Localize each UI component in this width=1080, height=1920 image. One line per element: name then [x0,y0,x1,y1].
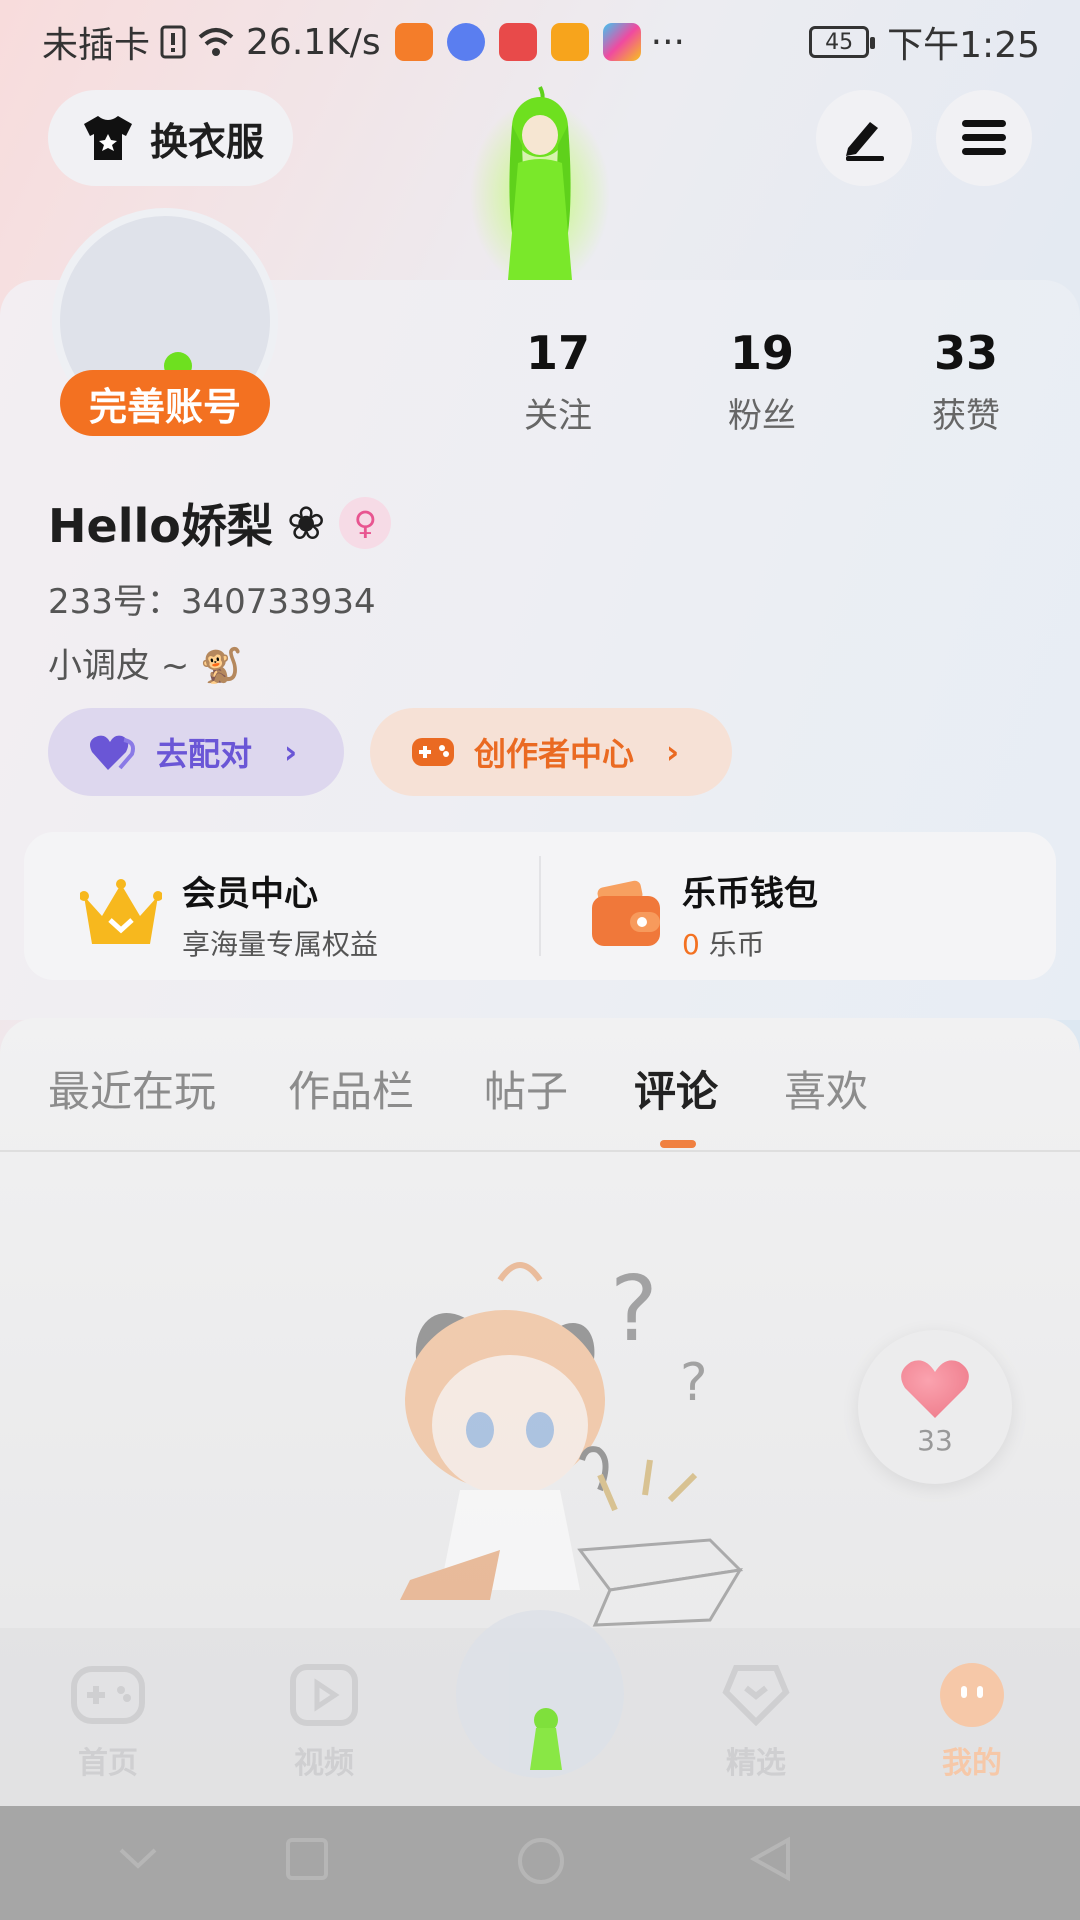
mini-character-icon [530,1708,562,1770]
following-label: 关注 [524,396,592,436]
heart-badge-icon [722,1665,790,1726]
flower-symbol: ❀ [286,496,326,550]
status-right: 45 下午1:25 [809,16,1040,68]
wallet-title: 乐币钱包 [682,874,818,914]
battery-level: 45 [825,29,854,55]
gender-symbol: ♀ [353,504,378,542]
username-row: Hello娇梨 ❀ ♀ [48,490,392,556]
svg-text:?: ? [680,1353,708,1413]
more-notifications: ··· [650,21,686,63]
nav-home[interactable]: 首页 [38,1660,178,1782]
following-count: 17 [525,326,590,380]
creator-center-button[interactable]: 创作者中心 › [370,708,732,796]
wallet-balance: 0 乐币 [682,923,818,963]
edit-profile-button[interactable] [816,90,912,186]
like-float-count: 33 [917,1423,953,1457]
active-tab-indicator [660,1140,696,1148]
creator-center-label: 创作者中心 [474,735,635,773]
user-bio[interactable]: 小调皮 ~ 🐒 [48,638,242,687]
tab-likes[interactable]: 喜欢 [784,1058,868,1119]
clock: 下午1:25 [887,25,1040,66]
heart-icon [901,1359,969,1418]
empty-state-illustration: ? ? [400,1257,744,1627]
battery-icon: 45 [809,26,876,58]
gender-female-icon: ♀ [339,497,392,549]
wallet-unit: 乐币 [708,928,765,961]
match-button[interactable]: 去配对 › [48,708,344,796]
face-icon [940,1663,1004,1727]
complete-account-badge[interactable]: 完善账号 [60,370,270,436]
wallet-icon [592,880,660,946]
sim-alert-icon [160,25,186,59]
followers-label: 粉丝 [728,396,796,436]
tab-works[interactable]: 作品栏 [288,1058,414,1119]
chevron-right-icon: › [666,733,680,771]
heart-match-icon [90,735,135,770]
nav-home-label: 首页 [78,1746,138,1781]
likes-count: 33 [933,326,998,380]
match-label: 去配对 [156,735,253,773]
crown-icon [80,878,162,944]
tshirt-icon [84,116,132,160]
game-app-icon [550,23,589,61]
gamepad-icon [71,1666,145,1724]
card-divider [539,856,541,956]
avatar-character-figure[interactable] [470,85,610,280]
hamburger-menu-icon [962,120,1006,155]
nav-video-label: 视频 [294,1746,354,1781]
user-id[interactable]: 233号：340733934 [48,574,376,623]
music-app-icon [446,23,485,61]
pen-icon [846,122,884,161]
tab-comments[interactable]: 评论 [634,1058,718,1119]
tabs-divider [0,1150,1080,1152]
status-left: 未插卡 26.1K/s ··· [42,16,685,68]
nav-mine-label: 我的 [942,1746,1002,1781]
svg-text:?: ? [610,1257,658,1362]
chevron-right-icon: › [284,733,298,771]
gamepad-icon [412,738,454,766]
nav-featured[interactable]: 精选 [686,1660,826,1782]
wallet-amount: 0 [682,928,700,961]
likes-label: 获赞 [932,396,1000,436]
vip-center-subtitle: 享海量专属权益 [182,928,379,961]
back-icon[interactable] [748,1836,794,1882]
wallet-entry[interactable]: 乐币钱包 0 乐币 [590,866,818,963]
complete-account-label: 完善账号 [88,384,241,429]
nav-video[interactable]: 视频 [254,1660,394,1782]
home-icon[interactable] [516,1836,566,1886]
stat-following[interactable]: 17 关注 [478,326,638,437]
video-play-icon [290,1664,358,1726]
stat-followers[interactable]: 19 粉丝 [682,326,842,437]
change-outfit-label: 换衣服 [150,119,265,164]
change-outfit-button[interactable]: 换衣服 [48,90,293,186]
vip-center-title: 会员中心 [182,874,318,914]
nav-mine[interactable]: 我的 [902,1660,1042,1782]
like-float-button[interactable]: 33 [858,1330,1012,1484]
status-bar: 未插卡 26.1K/s ··· 45 下午1:25 [0,0,1080,76]
stat-likes[interactable]: 33 获赞 [886,326,1046,437]
username: Hello娇梨 [48,499,273,553]
store-app-icon [498,23,537,61]
tab-posts[interactable]: 帖子 [484,1058,568,1119]
hide-keyboard-icon[interactable] [115,1836,161,1882]
center-avatar-button[interactable] [456,1610,624,1778]
recent-apps-icon[interactable] [284,1836,330,1882]
menu-button[interactable] [936,90,1032,186]
carrier-text: 未插卡 [42,25,151,66]
wifi-icon [198,28,234,56]
network-speed: 26.1K/s [246,21,381,63]
vip-center-entry[interactable]: 会员中心 享海量专属权益 [80,866,378,963]
followers-count: 19 [729,326,794,380]
nav-featured-label: 精选 [726,1746,786,1781]
theme-app-icon [602,23,641,61]
tab-recently-played[interactable]: 最近在玩 [48,1058,216,1119]
video-app-icon [394,23,433,61]
